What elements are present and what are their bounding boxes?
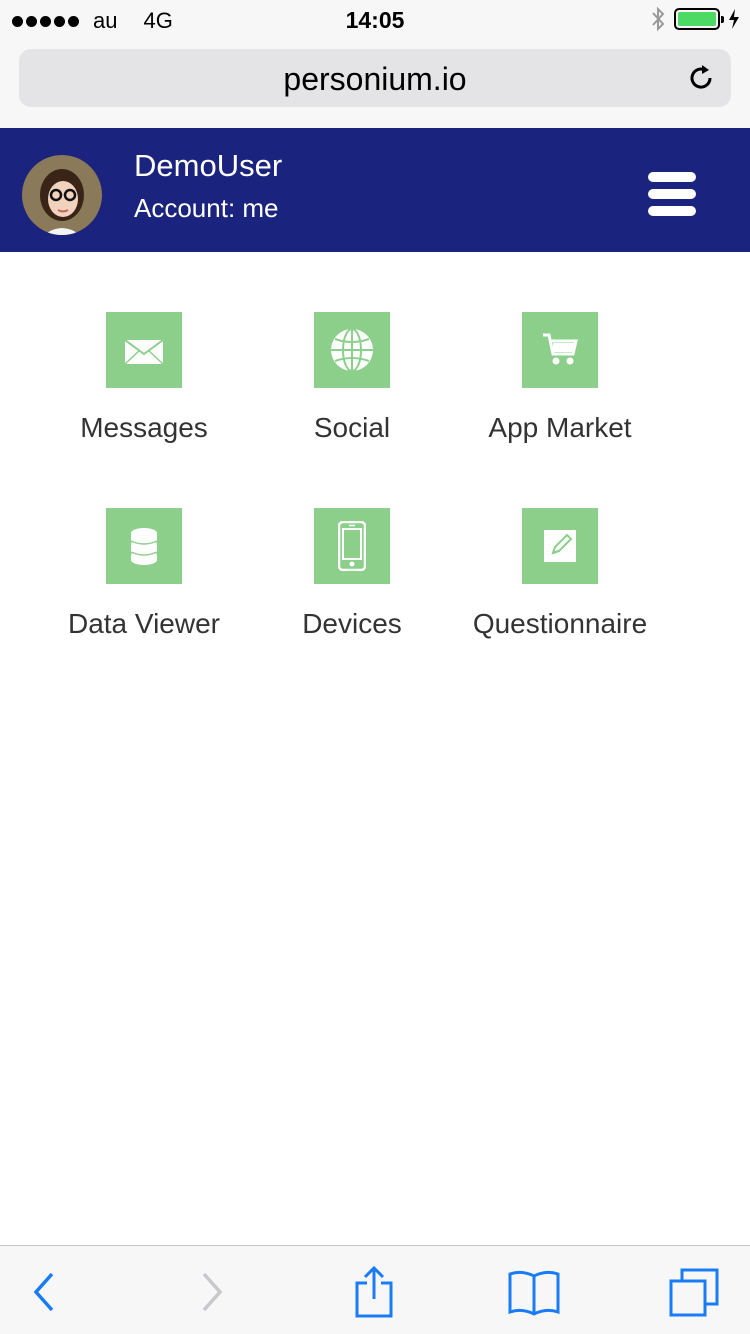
battery-icon — [674, 8, 724, 30]
edit-icon[interactable] — [522, 508, 598, 584]
book-icon[interactable] — [507, 1268, 561, 1316]
phone-icon[interactable] — [314, 508, 390, 584]
share-icon[interactable] — [354, 1265, 394, 1319]
tabs-button[interactable] — [666, 1264, 722, 1320]
user-name: DemoUser — [134, 148, 283, 183]
status-bar: au 4G 14:05 — [0, 0, 750, 40]
status-right — [650, 6, 740, 32]
tabs-icon[interactable] — [668, 1267, 720, 1317]
forward-button[interactable] — [184, 1264, 240, 1320]
browser-toolbar — [0, 1245, 750, 1334]
app-tile-app-market[interactable]: App Market — [456, 312, 664, 444]
app-label: Questionnaire — [472, 608, 648, 639]
app-tile-social[interactable]: Social — [248, 312, 456, 444]
avatar-portrait — [22, 155, 102, 235]
browser-address-area: personium.io — [0, 40, 750, 128]
account-label: Account: me — [134, 193, 279, 223]
reload-icon[interactable] — [685, 62, 717, 94]
status-time: 14:05 — [345, 7, 405, 33]
cart-icon[interactable] — [522, 312, 598, 388]
app-label: Messages — [80, 412, 208, 443]
hamburger-menu-icon[interactable] — [648, 172, 698, 222]
chevron-right-icon[interactable] — [198, 1270, 226, 1314]
app-tile-questionnaire[interactable]: Questionnaire — [456, 508, 664, 640]
app-header: DemoUser Account: me — [0, 128, 750, 252]
app-tile-data-viewer[interactable]: Data Viewer — [40, 508, 248, 640]
chevron-left-icon[interactable] — [30, 1270, 58, 1314]
app-tile-devices[interactable]: Devices — [248, 508, 456, 640]
globe-icon[interactable] — [314, 312, 390, 388]
charging-icon — [729, 9, 739, 29]
bluetooth-icon — [652, 6, 665, 32]
app-label: Data Viewer — [67, 608, 220, 639]
app-label: Devices — [302, 608, 402, 639]
app-tile-messages[interactable]: Messages — [40, 312, 248, 444]
share-button[interactable] — [346, 1264, 402, 1320]
avatar[interactable] — [22, 155, 102, 235]
address-bar[interactable]: personium.io — [19, 49, 731, 107]
bookmarks-button[interactable] — [506, 1264, 562, 1320]
app-label: Social — [313, 412, 391, 443]
envelope-icon[interactable] — [106, 312, 182, 388]
app-label: App Market — [488, 412, 632, 443]
back-button[interactable] — [16, 1264, 72, 1320]
database-icon[interactable] — [106, 508, 182, 584]
address-url[interactable]: personium.io — [19, 61, 731, 98]
